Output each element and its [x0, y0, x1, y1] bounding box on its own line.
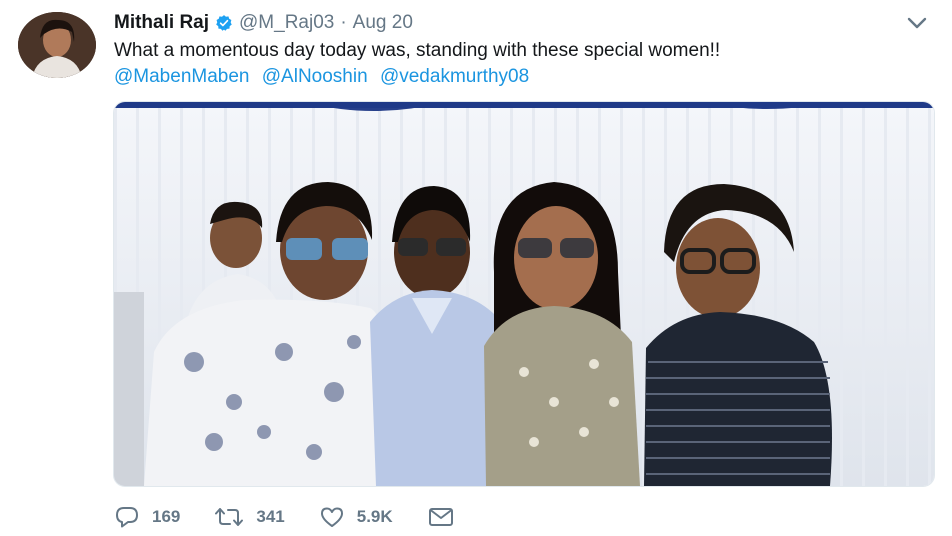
tweet-text: What a momentous day today was, standing… [114, 40, 721, 61]
chevron-down-icon[interactable] [904, 14, 930, 32]
avatar-image [18, 12, 96, 78]
direct-message-icon [428, 508, 453, 526]
like-action[interactable]: 5.9K [319, 505, 393, 529]
retweet-icon [215, 508, 244, 526]
mention-link[interactable]: @vedakmurthy08 [380, 66, 529, 87]
reply-count: 169 [152, 507, 181, 526]
mention-link[interactable]: @AlNooshin [262, 66, 368, 87]
direct-message-action[interactable] [427, 505, 455, 529]
like-count: 5.9K [356, 507, 393, 526]
mention-link[interactable]: @MabenMaben [114, 66, 249, 87]
tweet-header: Mithali Raj @M_Raj03 · Aug 20 [114, 11, 413, 35]
reply-action[interactable]: 169 [114, 505, 180, 529]
author-avatar[interactable] [18, 12, 96, 78]
reply-icon [116, 507, 138, 528]
retweet-action[interactable]: 341 [214, 505, 285, 529]
retweet-count: 341 [256, 507, 285, 526]
tweet-photo[interactable] [113, 101, 935, 487]
photo-image [114, 102, 934, 486]
verified-badge-icon [216, 15, 232, 31]
like-icon [320, 507, 343, 527]
tweet-actions: 169 341 5.9K [114, 500, 489, 534]
header-separator: · [340, 12, 347, 33]
tweet-mentions: @MabenMaben @AlNooshin @vedakmurthy08 [114, 63, 536, 90]
author-handle[interactable]: @M_Raj03 [239, 12, 334, 34]
tweet-date[interactable]: Aug 20 [353, 12, 413, 34]
author-name[interactable]: Mithali Raj [114, 12, 209, 34]
